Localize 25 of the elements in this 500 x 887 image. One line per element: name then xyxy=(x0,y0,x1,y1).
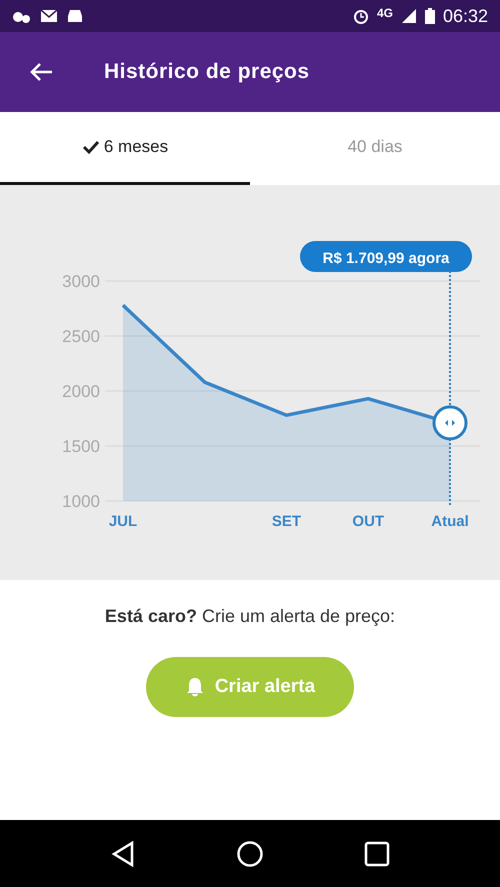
bell-icon xyxy=(184,676,205,698)
battery-icon xyxy=(424,8,435,24)
axis-label: 1000 xyxy=(62,492,100,511)
check-icon xyxy=(82,139,100,155)
mail-icon xyxy=(40,9,58,23)
alarm-icon xyxy=(352,8,369,24)
signal-icon xyxy=(400,8,417,24)
network-label: 4G xyxy=(376,6,393,20)
cursor-drawing[interactable] xyxy=(432,271,468,505)
recents-nav-icon[interactable] xyxy=(364,840,390,866)
axis-label: 3000 xyxy=(62,272,100,291)
axis-label: JUL xyxy=(108,513,138,530)
create-alert-button[interactable]: Criar alerta xyxy=(146,657,354,717)
axis-label: Atual xyxy=(431,513,469,530)
home-nav-icon[interactable] xyxy=(236,840,264,868)
axis-label: SET xyxy=(272,513,302,530)
axis-label: 1500 xyxy=(62,437,100,456)
price-tooltip: R$ 1.709,99 agora xyxy=(300,241,472,272)
clock: 06:32 xyxy=(442,6,488,26)
back-nav-icon[interactable] xyxy=(110,840,136,868)
screen-title: Histórico de preços xyxy=(104,60,310,84)
axis-label: 2000 xyxy=(62,382,100,401)
alert-prompt: Está caro? Crie um alerta de preço: xyxy=(104,606,396,627)
axis-label: 2500 xyxy=(62,327,100,346)
axis-label: OUT xyxy=(352,513,384,530)
